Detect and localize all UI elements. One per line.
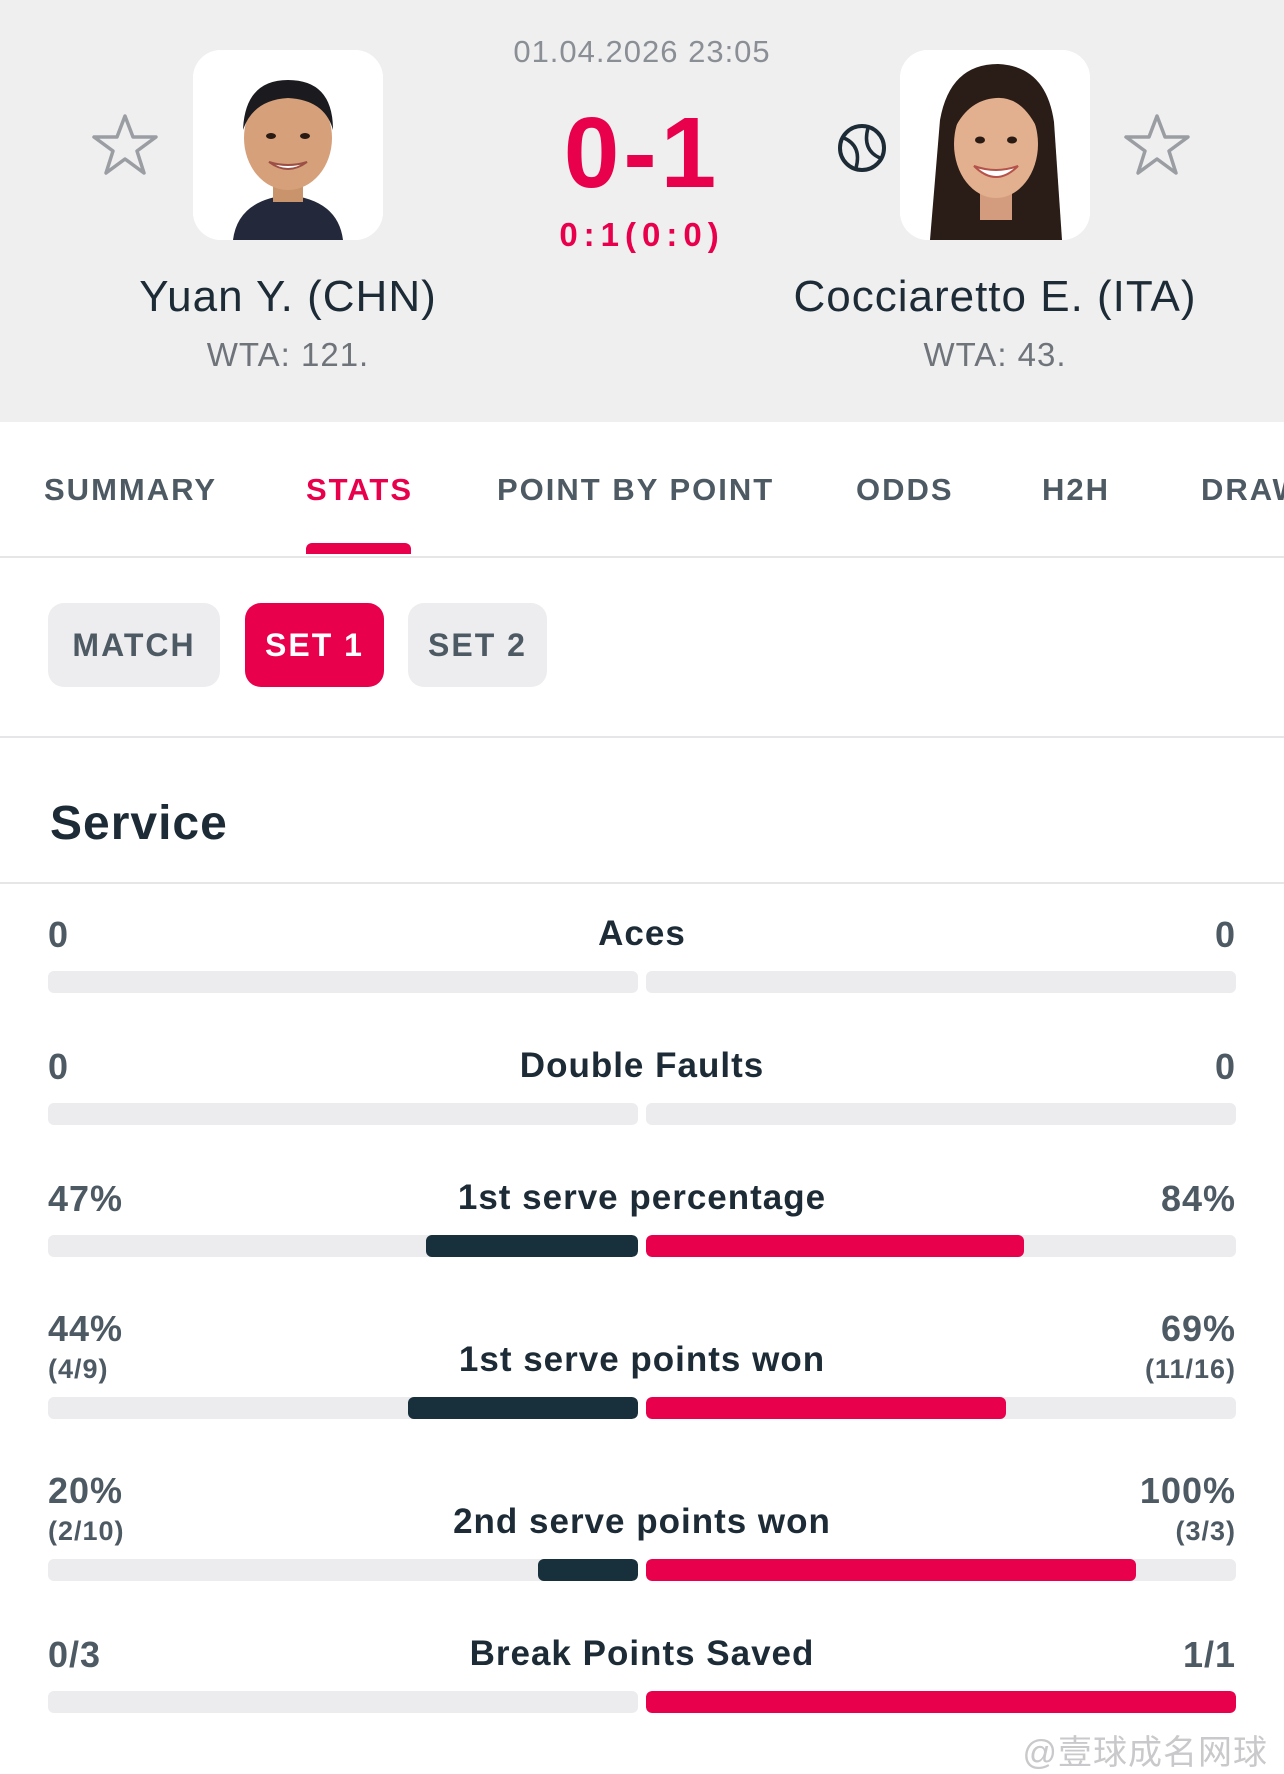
stat-bar-fill-right — [646, 1559, 1136, 1581]
player-name-right[interactable]: Cocciaretto E. (ITA) — [715, 272, 1275, 322]
tab-summary[interactable]: SUMMARY — [44, 472, 217, 508]
stat-bar-right — [646, 971, 1236, 993]
stat-bar-right — [646, 1103, 1236, 1125]
player-name-left[interactable]: Yuan Y. (CHN) — [8, 272, 568, 322]
player-avatar-right-icon — [900, 50, 1090, 240]
stat-bar-left — [48, 1103, 638, 1125]
stat-label: Break Points Saved — [469, 1634, 815, 1673]
stat-bar-fill-right — [646, 1235, 1024, 1257]
stat-bar-right — [646, 1235, 1236, 1257]
filter-set1-button[interactable]: SET 1 — [245, 603, 384, 687]
stat-bar-left — [48, 1559, 638, 1581]
match-header: 01.04.2026 23:05 0-1 0:1(0:0) Yuan Y. (C… — [0, 0, 1284, 422]
star-icon[interactable] — [1122, 110, 1192, 180]
stat-bar-fill-left — [537, 1559, 638, 1581]
active-tab-indicator — [306, 543, 411, 554]
stat-bar-right — [646, 1559, 1236, 1581]
tennis-ball-icon — [838, 124, 886, 172]
tab-stats[interactable]: STATS — [306, 472, 413, 508]
filter-set2-button[interactable]: SET 2 — [408, 603, 547, 687]
stat-label: 1st serve percentage — [457, 1178, 827, 1217]
stat-value-right: 0 — [1214, 914, 1236, 955]
stat-bar-left — [48, 1397, 638, 1419]
player-photo-right[interactable] — [900, 50, 1090, 240]
set-filter-bar: MATCH SET 1 SET 2 — [0, 558, 1284, 738]
player-rank-left: WTA: 121. — [206, 336, 370, 373]
stat-bar-left — [48, 971, 638, 993]
stat-label: Double Faults — [519, 1046, 765, 1085]
stat-detail-right: (11/16) — [1144, 1354, 1236, 1384]
stat-label: 2nd serve points won — [453, 1502, 831, 1541]
stat-value-right: 0 — [1214, 1046, 1236, 1087]
stat-bar-right — [646, 1397, 1236, 1419]
filter-match-button[interactable]: MATCH — [48, 603, 220, 687]
tab-h2h[interactable]: H2H — [1042, 472, 1110, 508]
divider — [0, 882, 1284, 884]
stat-bar-fill-left — [407, 1397, 638, 1419]
stat-label: Aces — [598, 914, 686, 953]
stat-bar-left — [48, 1235, 638, 1257]
section-title: Service — [50, 797, 228, 850]
set-score: 0:1(0:0) — [559, 216, 725, 253]
stat-value-right: 84% — [1160, 1178, 1236, 1219]
stat-value-right: 69% — [1160, 1308, 1236, 1349]
stat-value-right: 1/1 — [1182, 1634, 1236, 1675]
tab-bar: SUMMARY STATS POINT BY POINT ODDS H2H DR… — [0, 422, 1284, 558]
stat-bar-fill-right — [646, 1691, 1236, 1713]
tab-draw[interactable]: DRAW — [1201, 472, 1284, 508]
match-datetime: 01.04.2026 23:05 — [513, 34, 771, 69]
stat-detail-right: (3/3) — [1175, 1516, 1236, 1546]
stat-value-right: 100% — [1139, 1470, 1236, 1511]
tab-odds[interactable]: ODDS — [856, 472, 954, 508]
stat-bar-fill-left — [425, 1235, 638, 1257]
stat-bar-fill-right — [646, 1397, 1006, 1419]
match-score: 0-1 — [563, 97, 721, 209]
stat-bar-right — [646, 1691, 1236, 1713]
player-rank-right: WTA: 43. — [923, 336, 1067, 373]
stat-bar-left — [48, 1691, 638, 1713]
tab-point-by-point[interactable]: POINT BY POINT — [497, 472, 774, 508]
watermark: @壹球成名网球 — [1022, 1734, 1268, 1772]
stat-label: 1st serve points won — [458, 1340, 826, 1379]
